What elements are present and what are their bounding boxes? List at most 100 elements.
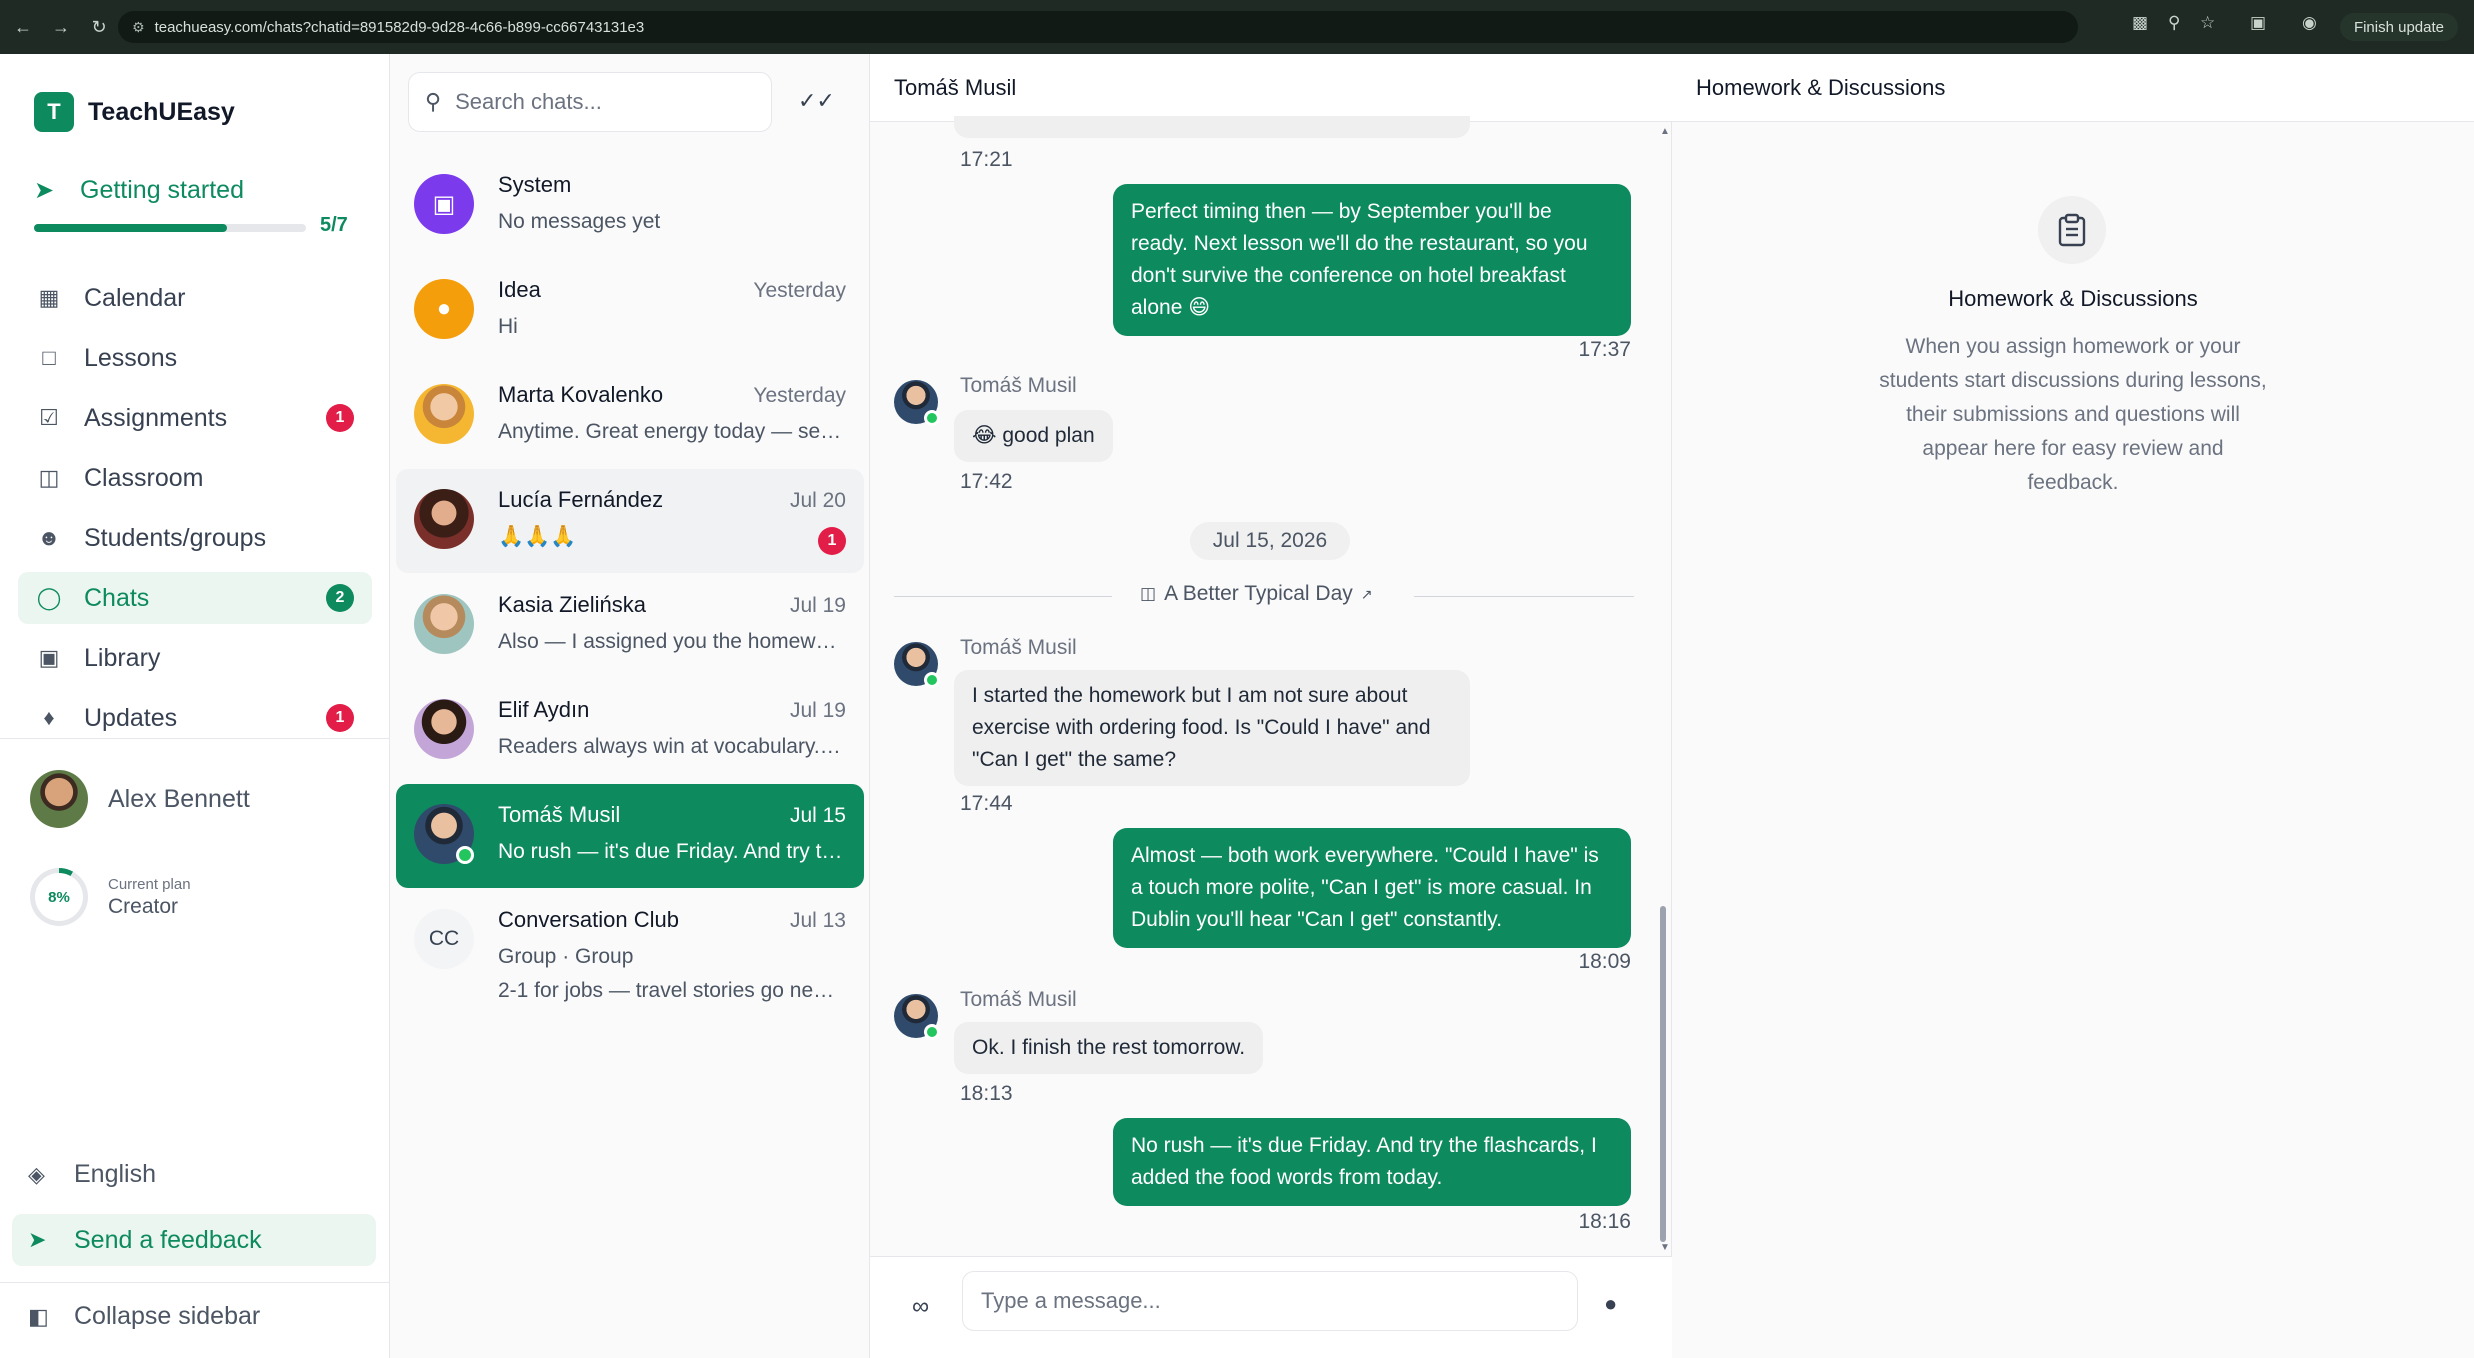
sidebar-item-students-groups[interactable]: ☻ Students/groups (18, 512, 372, 564)
chat-name: Conversation Club (498, 907, 679, 932)
message-bubble-partial (954, 116, 1470, 138)
send-feedback-button[interactable]: ➤ Send a feedback (12, 1214, 376, 1266)
message-bubble-sent: No rush — it's due Friday. And try the f… (1113, 1118, 1631, 1206)
search-input[interactable] (455, 89, 736, 115)
back-icon[interactable]: ← (8, 12, 38, 42)
chat-name: System (498, 172, 572, 197)
forward-icon[interactable]: → (46, 12, 76, 42)
attach-icon[interactable]: ∞ (912, 1293, 929, 1321)
sidebar-item-updates[interactable]: ♦ Updates 1 (18, 692, 372, 744)
chat-item-conversation-club[interactable]: CC Conversation Club Jul 13 Group · Grou… (396, 889, 864, 1019)
chat-preview: 2-1 for jobs — travel stories go next we… (498, 979, 844, 1002)
profile-icon[interactable]: ◉ (2302, 13, 2317, 33)
finish-update-button[interactable]: Finish update (2339, 13, 2458, 41)
clipboard-icon (2038, 196, 2106, 264)
avatar (414, 699, 474, 759)
bell-icon: ♦ (43, 705, 55, 730)
avatar (894, 380, 940, 426)
chat-item-tomas-musil[interactable]: Tomáš Musil Jul 15 No rush — it's due Fr… (396, 784, 864, 888)
sidebar-item-label: Calendar (84, 283, 186, 312)
browser-toolbar: ← → ↻ ⚙ teachueasy.com/chats?chatid=8915… (0, 0, 2474, 54)
message-time: 17:37 (1578, 338, 1631, 361)
message-time: 18:13 (960, 1082, 1013, 1105)
reload-icon[interactable]: ↻ (84, 12, 114, 42)
chat-item-system[interactable]: ▣ System No messages yet (396, 154, 864, 258)
message-field[interactable] (962, 1271, 1578, 1331)
extensions-icon[interactable]: ▣ (2250, 13, 2266, 33)
brand-logo: T (34, 92, 74, 132)
conversation-panel: Tomáš Musil ▲ ▼ 17:21 Perfect timing the… (870, 54, 1672, 1358)
online-indicator (456, 846, 474, 864)
install-app-icon[interactable]: ▩ (2132, 13, 2148, 33)
empty-state-description: When you assign homework or your student… (1879, 335, 2267, 494)
message-time: 17:21 (960, 148, 1013, 171)
language-selector[interactable]: ◈ English (28, 1160, 156, 1189)
getting-started-label: Getting started (80, 176, 244, 204)
sidebar-item-chats[interactable]: ◯ Chats 2 (18, 572, 372, 624)
sidebar-divider (0, 1282, 390, 1283)
chat-date: Yesterday (753, 384, 846, 407)
lesson-separator[interactable]: ◫ A Better Typical Day ↗ (894, 576, 1634, 616)
brand-name: TeachUEasy (88, 97, 235, 126)
chat-preview: Readers always win at vocabulary. Keep i… (498, 735, 844, 758)
address-bar[interactable]: ⚙ teachueasy.com/chats?chatid=891582d9-9… (118, 11, 2078, 43)
plan-usage-ring: 8% (30, 868, 88, 926)
chat-preview: No rush — it's due Friday. And try the f… (498, 840, 844, 863)
message-scrollbar[interactable] (1660, 128, 1668, 1306)
chat-name: Idea (498, 277, 541, 302)
feedback-label: Send a feedback (74, 1225, 262, 1254)
message-time: 18:09 (1578, 950, 1631, 973)
avatar (414, 594, 474, 654)
chat-date: Yesterday (753, 279, 846, 302)
panel-title: Homework & Discussions (1672, 54, 2474, 122)
site-info-icon[interactable]: ⚙ (132, 19, 145, 36)
sender-name: Tomáš Musil (960, 636, 1077, 659)
lightbulb-icon: ● (414, 279, 474, 339)
language-label: English (74, 1160, 156, 1188)
chat-date: Jul 20 (789, 489, 846, 512)
bookmark-icon: □ (42, 345, 56, 370)
scroll-down-icon[interactable]: ▼ (1660, 1242, 1670, 1253)
getting-started[interactable]: ➤ Getting started 5/7 (34, 176, 354, 236)
sidebar-item-assignments[interactable]: ☑ Assignments 1 (18, 392, 372, 444)
zoom-icon[interactable]: ⚲ (2168, 13, 2180, 33)
message-bubble-received: 😂 good plan (954, 410, 1113, 462)
presentation-icon: ◫ (38, 465, 60, 490)
chat-preview: 🙏🙏🙏 (498, 525, 577, 548)
mark-all-read-icon[interactable]: ✓✓ (798, 88, 835, 114)
message-time: 17:42 (960, 470, 1013, 493)
conversation-title: Tomáš Musil (870, 54, 1672, 122)
chats-badge: 2 (326, 584, 354, 612)
avatar (894, 994, 940, 1040)
current-plan[interactable]: 8% Current plan Creator (30, 868, 191, 926)
message-input[interactable] (981, 1288, 1561, 1314)
microphone-icon[interactable]: ● (1604, 1291, 1617, 1317)
clipboard-icon: ☑ (39, 405, 59, 430)
message-bubble-sent: Almost — both work everywhere. "Could I … (1113, 828, 1631, 948)
chat-item-lucia-fernandez[interactable]: Lucía Fernández Jul 20 🙏🙏🙏 1 (396, 469, 864, 573)
image-library-icon: ▣ (38, 645, 60, 670)
brand[interactable]: T TeachUEasy (34, 92, 235, 132)
chat-preview: Also — I assigned you the homework for n… (498, 630, 844, 653)
updates-badge: 1 (326, 704, 354, 732)
user-profile[interactable]: Alex Bennett (30, 770, 250, 828)
sidebar-item-calendar[interactable]: ▦ Calendar (18, 272, 372, 324)
collapse-sidebar-icon: ◧ (28, 1303, 49, 1329)
chat-item-marta-kovalenko[interactable]: Marta Kovalenko Yesterday Anytime. Great… (396, 364, 864, 468)
message-bubble-received: I started the homework but I am not sure… (954, 670, 1470, 786)
collapse-sidebar-button[interactable]: ◧ Collapse sidebar (28, 1302, 260, 1331)
sidebar-item-library[interactable]: ▣ Library (18, 632, 372, 684)
sidebar-item-lessons[interactable]: □ Lessons (18, 332, 372, 384)
lesson-title: A Better Typical Day (1164, 582, 1353, 605)
search-box[interactable]: ⚲ (408, 72, 772, 132)
sidebar-item-classroom[interactable]: ◫ Classroom (18, 452, 372, 504)
chat-item-idea[interactable]: ● Idea Yesterday Hi (396, 259, 864, 363)
homework-panel: Homework & Discussions Homework & Discus… (1672, 54, 2474, 1358)
sender-name: Tomáš Musil (960, 988, 1077, 1011)
bookmark-star-icon[interactable]: ☆ (2200, 13, 2215, 33)
avatar (414, 384, 474, 444)
sidebar-item-label: Classroom (84, 463, 204, 492)
search-icon: ⚲ (425, 89, 442, 114)
chat-item-kasia-zielinska[interactable]: Kasia Zielińska Jul 19 Also — I assigned… (396, 574, 864, 678)
chat-item-elif-aydin[interactable]: Elif Aydın Jul 19 Readers always win at … (396, 679, 864, 783)
